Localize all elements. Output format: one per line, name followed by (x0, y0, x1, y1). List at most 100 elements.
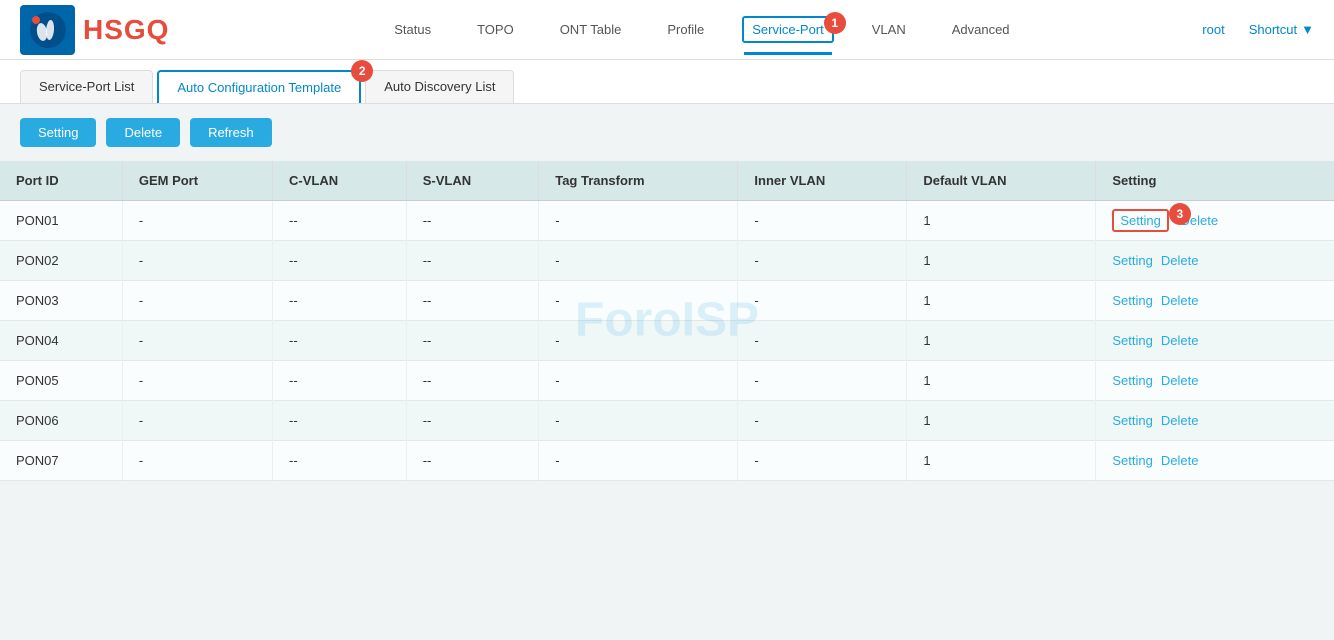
annotation-badge-1: 1 (824, 12, 846, 34)
col-inner-vlan: Inner VLAN (738, 161, 907, 201)
action-cell: Setting3 Delete (1096, 201, 1334, 241)
cell-2: -- (273, 241, 407, 281)
tab-auto-config-template[interactable]: Auto Configuration Template (157, 70, 361, 103)
cell-6: 1 (907, 401, 1096, 441)
col-c-vlan: C-VLAN (273, 161, 407, 201)
col-default-vlan: Default VLAN (907, 161, 1096, 201)
col-setting: Setting (1096, 161, 1334, 201)
table-row: PON04-------1SettingDelete (0, 321, 1334, 361)
table-row: PON05-------1SettingDelete (0, 361, 1334, 401)
cell-4: - (539, 201, 738, 241)
action-cell: Setting Delete (1096, 361, 1334, 401)
nav-right: root Shortcut ▼ (1194, 18, 1314, 41)
col-port-id: Port ID (0, 161, 122, 201)
nav-profile[interactable]: Profile (659, 18, 712, 41)
cell-5: - (738, 201, 907, 241)
cell-4: - (539, 321, 738, 361)
setting-action-link[interactable]: Setting (1112, 333, 1152, 348)
action-cell: Setting Delete (1096, 321, 1334, 361)
setting-action-link[interactable]: Setting (1112, 373, 1152, 388)
cell-6: 1 (907, 321, 1096, 361)
cell-5: - (738, 281, 907, 321)
delete-action-link[interactable]: Delete (1161, 293, 1199, 308)
cell-3: -- (406, 241, 539, 281)
tab-service-port-list[interactable]: Service-Port List (20, 70, 153, 103)
cell-4: - (539, 401, 738, 441)
cell-1: - (122, 321, 272, 361)
delete-action-link[interactable]: Delete (1161, 453, 1199, 468)
col-gem-port: GEM Port (122, 161, 272, 201)
delete-action-link[interactable]: Delete (1161, 253, 1199, 268)
cell-1: - (122, 401, 272, 441)
cell-2: -- (273, 321, 407, 361)
cell-0: PON07 (0, 441, 122, 481)
setting-button[interactable]: Setting (20, 118, 96, 147)
refresh-button[interactable]: Refresh (190, 118, 272, 147)
setting-action-link[interactable]: Setting (1112, 209, 1168, 232)
col-s-vlan: S-VLAN (406, 161, 539, 201)
cell-3: -- (406, 281, 539, 321)
nav-vlan[interactable]: VLAN (864, 18, 914, 41)
main-table: Port ID GEM Port C-VLAN S-VLAN Tag Trans… (0, 161, 1334, 481)
cell-0: PON02 (0, 241, 122, 281)
col-tag-transform: Tag Transform (539, 161, 738, 201)
cell-3: -- (406, 441, 539, 481)
table-header-row: Port ID GEM Port C-VLAN S-VLAN Tag Trans… (0, 161, 1334, 201)
cell-0: PON04 (0, 321, 122, 361)
delete-button[interactable]: Delete (106, 118, 180, 147)
setting-action-link[interactable]: Setting (1112, 453, 1152, 468)
cell-3: -- (406, 361, 539, 401)
cell-3: -- (406, 401, 539, 441)
setting-action-link[interactable]: Setting (1112, 413, 1152, 428)
table-container: Port ID GEM Port C-VLAN S-VLAN Tag Trans… (0, 161, 1334, 481)
nav-service-port[interactable]: Service-Port (742, 16, 834, 43)
cell-6: 1 (907, 241, 1096, 281)
logo-icon (20, 5, 75, 55)
action-cell: Setting Delete (1096, 281, 1334, 321)
table-row: PON01-------1Setting3 Delete (0, 201, 1334, 241)
cell-2: -- (273, 281, 407, 321)
cell-5: - (738, 321, 907, 361)
cell-5: - (738, 441, 907, 481)
table-row: PON07-------1SettingDelete (0, 441, 1334, 481)
cell-1: - (122, 281, 272, 321)
setting-action-link[interactable]: Setting (1112, 253, 1152, 268)
nav-shortcut-dropdown[interactable]: Shortcut ▼ (1249, 22, 1314, 37)
cell-4: - (539, 281, 738, 321)
logo-area: HSGQ (20, 5, 169, 55)
cell-3: -- (406, 321, 539, 361)
tab-auto-discovery-list[interactable]: Auto Discovery List (365, 70, 514, 103)
brand-name: HSGQ (83, 14, 169, 46)
action-cell: Setting Delete (1096, 441, 1334, 481)
cell-5: - (738, 361, 907, 401)
cell-0: PON05 (0, 361, 122, 401)
cell-1: - (122, 241, 272, 281)
nav-root[interactable]: root (1194, 18, 1232, 41)
header: HSGQ Status TOPO ONT Table Profile Servi… (0, 0, 1334, 60)
sub-tabs: Service-Port List Auto Configuration Tem… (0, 60, 1334, 104)
cell-2: -- (273, 441, 407, 481)
cell-4: - (539, 241, 738, 281)
cell-1: - (122, 201, 272, 241)
delete-action-link[interactable]: Delete (1161, 413, 1199, 428)
setting-action-link[interactable]: Setting (1112, 293, 1152, 308)
cell-5: - (738, 241, 907, 281)
cell-2: -- (273, 361, 407, 401)
delete-action-link[interactable]: Delete (1161, 373, 1199, 388)
action-cell: Setting Delete (1096, 241, 1334, 281)
delete-action-link[interactable]: Delete (1161, 333, 1199, 348)
nav-ont-table[interactable]: ONT Table (552, 18, 630, 41)
cell-6: 1 (907, 281, 1096, 321)
cell-4: - (539, 361, 738, 401)
cell-0: PON01 (0, 201, 122, 241)
table-row: PON02-------1SettingDelete (0, 241, 1334, 281)
cell-1: - (122, 361, 272, 401)
cell-4: - (539, 441, 738, 481)
annotation-badge-3: 3 (1169, 203, 1191, 225)
cell-6: 1 (907, 441, 1096, 481)
cell-2: -- (273, 401, 407, 441)
nav-status[interactable]: Status (386, 18, 439, 41)
nav-advanced[interactable]: Advanced (944, 18, 1018, 41)
nav-topo[interactable]: TOPO (469, 18, 522, 41)
cell-6: 1 (907, 361, 1096, 401)
